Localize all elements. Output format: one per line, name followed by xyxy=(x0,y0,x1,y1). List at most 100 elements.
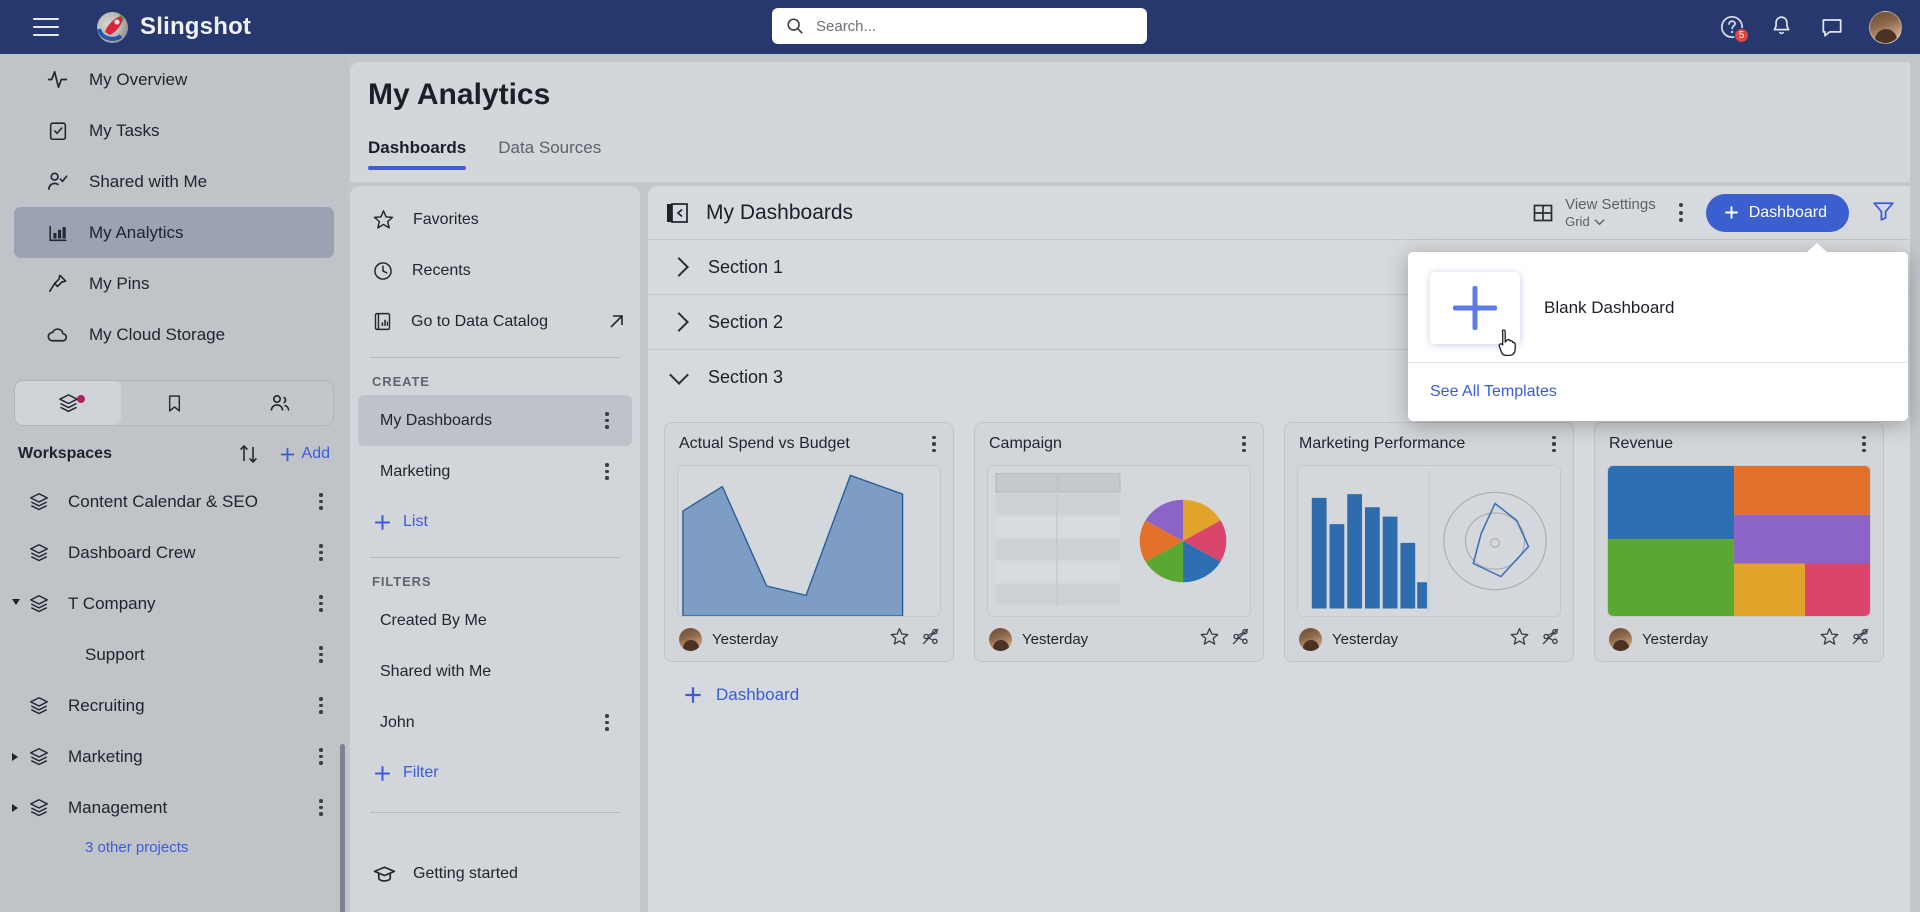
dashboard-card[interactable]: Revenue Yesterday xyxy=(1594,422,1884,662)
workspace-content-calendar-seo[interactable]: Content Calendar & SEO xyxy=(0,476,348,527)
see-all-templates-row[interactable]: See All Templates xyxy=(1408,363,1908,421)
share-off-icon[interactable] xyxy=(920,626,941,652)
sidebar-item-label: My Cloud Storage xyxy=(89,324,226,344)
share-off-icon[interactable] xyxy=(1230,626,1251,652)
workspace-menu-icon[interactable] xyxy=(312,544,330,561)
template-blank-dashboard[interactable]: Blank Dashboard xyxy=(1408,252,1908,362)
sort-arrows-icon[interactable] xyxy=(236,443,262,465)
workspace-menu-icon[interactable] xyxy=(312,646,330,663)
graduation-cap-icon xyxy=(373,865,396,882)
sidebar-item-shared-with-me[interactable]: Shared with Me xyxy=(14,156,334,207)
segment-bookmarks[interactable] xyxy=(121,381,227,425)
notifications-bell-icon[interactable] xyxy=(1769,14,1795,40)
add-dashboard-label: Dashboard xyxy=(716,685,800,704)
help-icon[interactable]: 5 xyxy=(1719,14,1749,43)
star-icon[interactable] xyxy=(1819,626,1840,652)
card-menu-icon[interactable] xyxy=(1235,435,1253,453)
workspace-label: T Company xyxy=(68,593,156,613)
dashboard-card[interactable]: Campaign Yesterday xyxy=(974,422,1264,662)
sidebar-scrollbar[interactable] xyxy=(340,744,345,912)
list-menu-icon[interactable] xyxy=(598,463,616,480)
chevron-right-icon[interactable] xyxy=(12,752,18,761)
workspace-management[interactable]: Management xyxy=(0,782,348,833)
panel-list-marketing[interactable]: Marketing xyxy=(358,446,632,497)
star-icon[interactable] xyxy=(1509,626,1530,652)
tab-dashboards[interactable]: Dashboards xyxy=(368,138,467,170)
data-catalog-icon xyxy=(374,312,391,331)
workspace-support[interactable]: Support xyxy=(0,629,348,680)
card-menu-icon[interactable] xyxy=(1855,435,1873,453)
external-link-icon xyxy=(610,314,623,328)
card-menu-icon[interactable] xyxy=(1545,435,1563,453)
workspace-dashboard-crew[interactable]: Dashboard Crew xyxy=(0,527,348,578)
chat-message-icon[interactable] xyxy=(1819,14,1845,40)
sidebar-item-my-cloud-storage[interactable]: My Cloud Storage xyxy=(14,309,334,360)
sidebar-item-my-overview[interactable]: My Overview xyxy=(14,54,334,105)
chevron-down-icon[interactable] xyxy=(12,598,20,609)
sidebar-item-label: My Overview xyxy=(89,69,188,89)
segment-workspaces[interactable] xyxy=(15,381,121,425)
avatar xyxy=(679,627,702,651)
workspace-menu-icon[interactable] xyxy=(312,595,330,612)
see-all-templates-link[interactable]: See All Templates xyxy=(1430,383,1557,400)
search-box[interactable] xyxy=(772,8,1147,44)
panel-list-my-dashboards[interactable]: My Dashboards xyxy=(358,395,632,446)
workspace-label: Marketing xyxy=(68,746,143,766)
card-menu-icon[interactable] xyxy=(925,435,943,453)
share-off-icon[interactable] xyxy=(1540,626,1561,652)
tab-data-sources[interactable]: Data Sources xyxy=(498,138,601,170)
list-menu-icon[interactable] xyxy=(598,412,616,429)
dashboard-card[interactable]: Marketing Performance Yesterday xyxy=(1284,422,1574,662)
panel-filter-shared-with-me[interactable]: Shared with Me xyxy=(358,646,632,697)
add-filter-button[interactable]: Filter xyxy=(350,748,640,798)
search-input[interactable] xyxy=(816,17,1133,35)
layers-icon xyxy=(30,492,48,510)
clock-icon xyxy=(374,261,392,280)
bookmark-icon xyxy=(168,394,180,412)
workspace-marketing[interactable]: Marketing xyxy=(0,731,348,782)
view-settings-label: View Settings xyxy=(1565,195,1656,213)
view-settings-button[interactable]: View Settings Grid xyxy=(1531,196,1656,230)
add-dashboard-button[interactable]: Dashboard xyxy=(648,662,1910,706)
workspace-menu-icon[interactable] xyxy=(312,493,330,510)
workspace-t-company[interactable]: T Company xyxy=(0,578,348,629)
collapse-panel-icon[interactable] xyxy=(664,201,690,225)
other-projects-link[interactable]: 3 other projects xyxy=(0,839,348,856)
sidebar-item-my-tasks[interactable]: My Tasks xyxy=(14,105,334,156)
panel-filter-label: Created By Me xyxy=(380,611,487,629)
star-icon[interactable] xyxy=(889,626,910,652)
dashboard-card[interactable]: Actual Spend vs Budget Yesterday xyxy=(664,422,954,662)
hamburger-menu-icon[interactable] xyxy=(33,18,59,36)
panel-item-go-to-data-catalog[interactable]: Go to Data Catalog xyxy=(350,296,640,347)
toolbar-more-menu-icon[interactable] xyxy=(1670,203,1692,222)
sidebar-item-my-analytics[interactable]: My Analytics xyxy=(14,207,334,258)
panel-item-favorites[interactable]: Favorites xyxy=(350,194,640,245)
chevron-right-icon[interactable] xyxy=(12,803,18,812)
card-preview-bars-radar xyxy=(1297,465,1561,617)
panel-filter-john[interactable]: John xyxy=(358,697,632,748)
people-icon xyxy=(270,395,290,411)
workspace-menu-icon[interactable] xyxy=(312,799,330,816)
filter-menu-icon[interactable] xyxy=(598,714,616,731)
workspace-menu-icon[interactable] xyxy=(312,748,330,765)
sidebar-item-my-pins[interactable]: My Pins xyxy=(14,258,334,309)
sidebar-item-label: My Tasks xyxy=(89,120,160,140)
card-title: Marketing Performance xyxy=(1299,435,1466,452)
share-off-icon[interactable] xyxy=(1850,626,1871,652)
user-avatar[interactable] xyxy=(1869,10,1902,44)
blank-dashboard-tile[interactable] xyxy=(1430,272,1520,357)
add-list-button[interactable]: List xyxy=(350,497,640,547)
filter-funnel-icon[interactable] xyxy=(1871,198,1896,228)
add-workspace-button[interactable]: Add xyxy=(278,445,330,464)
panel-item-recents[interactable]: Recents xyxy=(350,245,640,296)
brand[interactable]: Slingshot xyxy=(97,11,251,43)
star-icon[interactable] xyxy=(1199,626,1220,652)
getting-started-button[interactable]: Getting started xyxy=(350,846,640,902)
segment-people[interactable] xyxy=(227,381,333,425)
new-dashboard-button[interactable]: Dashboard xyxy=(1705,193,1849,232)
panel-item-label: Recents xyxy=(412,261,471,279)
activity-pulse-icon xyxy=(46,68,69,91)
workspace-menu-icon[interactable] xyxy=(312,697,330,714)
panel-filter-created-by-me[interactable]: Created By Me xyxy=(358,595,632,646)
workspace-recruiting[interactable]: Recruiting xyxy=(0,680,348,731)
